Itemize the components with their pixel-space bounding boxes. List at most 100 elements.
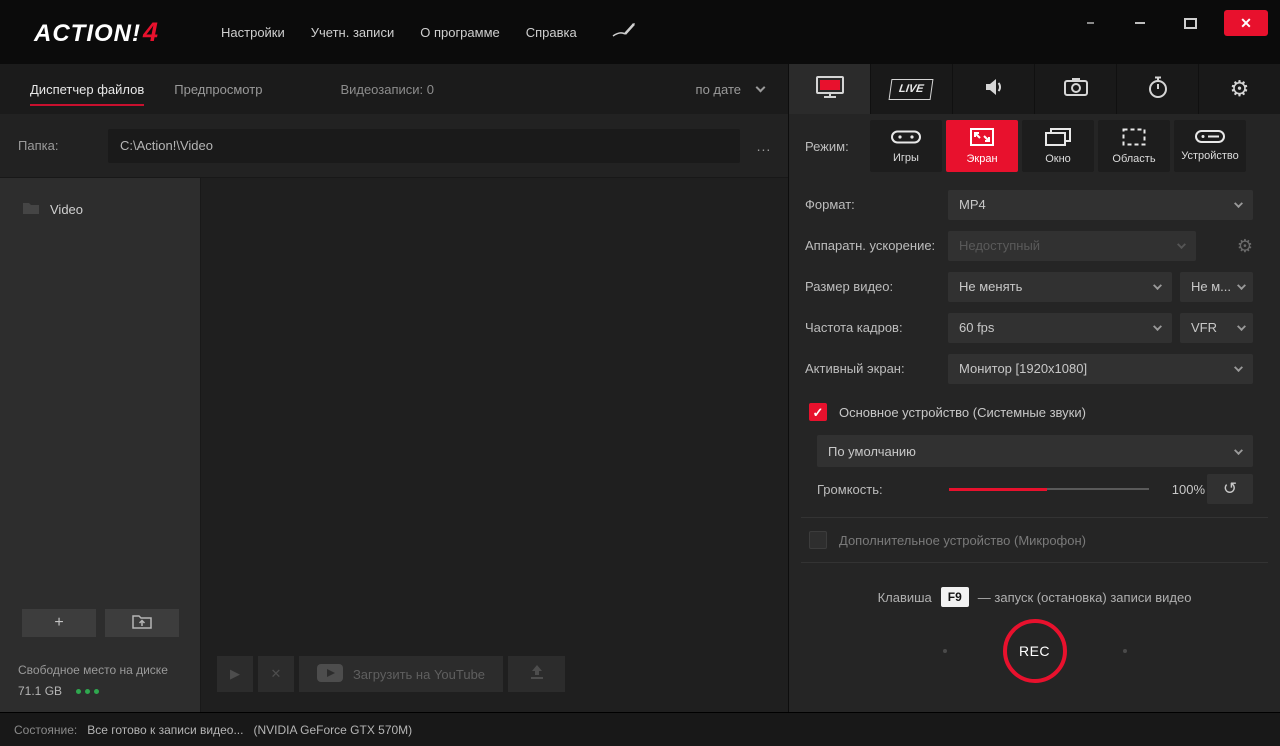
delete-button[interactable]: ✕	[258, 656, 294, 692]
system-audio-checkbox[interactable]: ✓	[809, 403, 827, 421]
upload-icon	[529, 664, 545, 685]
volume-slider-track	[1047, 488, 1149, 490]
recorder-tabs: LIVE	[789, 64, 1280, 114]
timer-icon	[1148, 76, 1168, 103]
framerate-dropdown[interactable]: 60 fps	[948, 313, 1172, 343]
file-manager-tabs: Диспетчер файлов Предпросмотр Видеозапис…	[0, 64, 788, 114]
recorder-panel: LIVE	[788, 64, 1280, 712]
maximize-icon	[1184, 18, 1197, 29]
hotkey-hint: Клавиша F9 — запуск (остановка) записи в…	[789, 587, 1280, 607]
browse-button[interactable]: ...	[740, 138, 788, 154]
sort-dropdown[interactable]: по дате	[696, 82, 764, 97]
folder-label: Папка:	[18, 138, 108, 153]
camera-icon	[1064, 77, 1088, 101]
menu-accounts[interactable]: Учетн. записи	[311, 25, 394, 40]
chevron-down-icon	[1234, 363, 1243, 372]
monitor-icon	[816, 76, 844, 103]
tab-live-streaming[interactable]: LIVE	[871, 64, 953, 114]
tab-benchmark[interactable]	[1117, 64, 1199, 114]
tab-preview[interactable]: Предпросмотр	[174, 82, 262, 97]
file-list-area: ▶ ✕ Загрузить на YouTube	[200, 178, 788, 712]
menu-help[interactable]: Справка	[526, 25, 577, 40]
mode-games-button[interactable]: Игры	[870, 120, 942, 172]
logo-version: 4	[143, 17, 159, 48]
live-icon: LIVE	[889, 79, 934, 100]
free-space-value: 71.1 GB	[18, 684, 62, 698]
titlebar: ACTION! 4 Настройки Учетн. записи О прог…	[0, 0, 1280, 64]
add-folder-button[interactable]: +	[22, 609, 96, 637]
framerate-mode-dropdown[interactable]: VFR	[1180, 313, 1253, 343]
video-size-value: Не менять	[959, 279, 1022, 294]
file-manager-body: Video + Свобод	[0, 178, 788, 712]
menu-about[interactable]: О программе	[420, 25, 500, 40]
sort-label: по дате	[696, 82, 741, 97]
video-size-label: Размер видео:	[805, 279, 948, 294]
tab-recordings-count: Видеозаписи: 0	[340, 82, 434, 97]
chevron-down-icon	[1234, 199, 1243, 208]
upload-youtube-button[interactable]: Загрузить на YouTube	[299, 656, 503, 692]
window-icon	[1045, 128, 1071, 149]
hotkey-suffix: — запуск (остановка) записи видео	[978, 590, 1192, 605]
format-dropdown[interactable]: MP4	[948, 190, 1253, 220]
close-button[interactable]: ✕	[1224, 10, 1268, 36]
pen-icon[interactable]	[611, 21, 637, 44]
upload-youtube-label: Загрузить на YouTube	[353, 667, 485, 682]
active-screen-dropdown[interactable]: Монитор [1920x1080]	[948, 354, 1253, 384]
framerate-row: Частота кадров: 60 fps VFR	[789, 307, 1280, 348]
youtube-icon	[317, 664, 343, 685]
tab-screen-recording[interactable]	[789, 64, 871, 114]
mode-device-button[interactable]: Устройство	[1174, 120, 1246, 172]
mode-screen-button[interactable]: Экран	[946, 120, 1018, 172]
volume-reset-button[interactable]: ↺	[1207, 474, 1253, 504]
tray-button[interactable]	[1068, 10, 1112, 36]
active-screen-label: Активный экран:	[805, 361, 948, 376]
mode-window-button[interactable]: Окно	[1022, 120, 1094, 172]
status-text: Все готово к записи видео...	[87, 723, 243, 737]
maximize-button[interactable]	[1168, 10, 1212, 36]
play-button[interactable]: ▶	[217, 656, 253, 692]
framerate-label: Частота кадров:	[805, 320, 948, 335]
minimize-button[interactable]	[1118, 10, 1162, 36]
rec-button[interactable]: REC	[1003, 619, 1067, 683]
volume-slider[interactable]	[949, 482, 1149, 496]
import-folder-button[interactable]	[105, 609, 179, 637]
export-button[interactable]	[508, 656, 565, 692]
tree-item-video[interactable]: Video	[0, 194, 200, 224]
folder-row: Папка: C:\Action!\Video ...	[0, 114, 788, 178]
mode-region-button[interactable]: Область	[1098, 120, 1170, 172]
format-label: Формат:	[805, 197, 948, 212]
video-size-dropdown[interactable]: Не менять	[948, 272, 1172, 302]
chevron-down-icon	[756, 82, 766, 92]
region-icon	[1122, 128, 1146, 149]
free-space-row: 71.1 GB	[18, 684, 184, 698]
hw-accel-dropdown[interactable]: Недоступный	[948, 231, 1196, 261]
mode-games-label: Игры	[893, 152, 919, 164]
rec-button-label: REC	[1019, 643, 1050, 659]
free-space-label: Свободное место на диске	[18, 663, 184, 677]
tab-screenshots[interactable]	[1035, 64, 1117, 114]
hotkey-prefix: Клавиша	[878, 590, 932, 605]
mode-window-label: Окно	[1045, 153, 1071, 165]
audio-device-row: По умолчанию	[789, 429, 1280, 467]
mode-label: Режим:	[805, 139, 870, 154]
video-size-secondary-dropdown[interactable]: Не м...	[1180, 272, 1253, 302]
folder-icon	[22, 201, 40, 218]
reset-icon: ↺	[1223, 479, 1237, 499]
active-screen-row: Активный экран: Монитор [1920x1080]	[789, 348, 1280, 389]
logo-text: ACTION!	[34, 20, 141, 48]
tab-settings[interactable]: ⚙	[1199, 64, 1280, 114]
tab-file-manager[interactable]: Диспетчер файлов	[30, 82, 144, 97]
tab-audio-recording[interactable]	[953, 64, 1035, 114]
hw-accel-settings-button[interactable]: ⚙	[1237, 237, 1253, 255]
folder-path-input[interactable]: C:\Action!\Video	[108, 129, 740, 163]
main-menu: Настройки Учетн. записи О программе Спра…	[221, 25, 577, 40]
mode-screen-label: Экран	[966, 153, 997, 165]
minimize-icon	[1135, 22, 1145, 24]
microphone-checkbox[interactable]	[809, 531, 827, 549]
app-logo: ACTION! 4	[34, 17, 159, 48]
status-label: Состояние:	[14, 723, 77, 737]
menu-settings[interactable]: Настройки	[221, 25, 285, 40]
audio-device-dropdown[interactable]: По умолчанию	[817, 435, 1253, 467]
hw-accel-row: Аппаратн. ускорение: Недоступный ⚙	[789, 225, 1280, 266]
volume-value: 100%	[1157, 482, 1205, 497]
